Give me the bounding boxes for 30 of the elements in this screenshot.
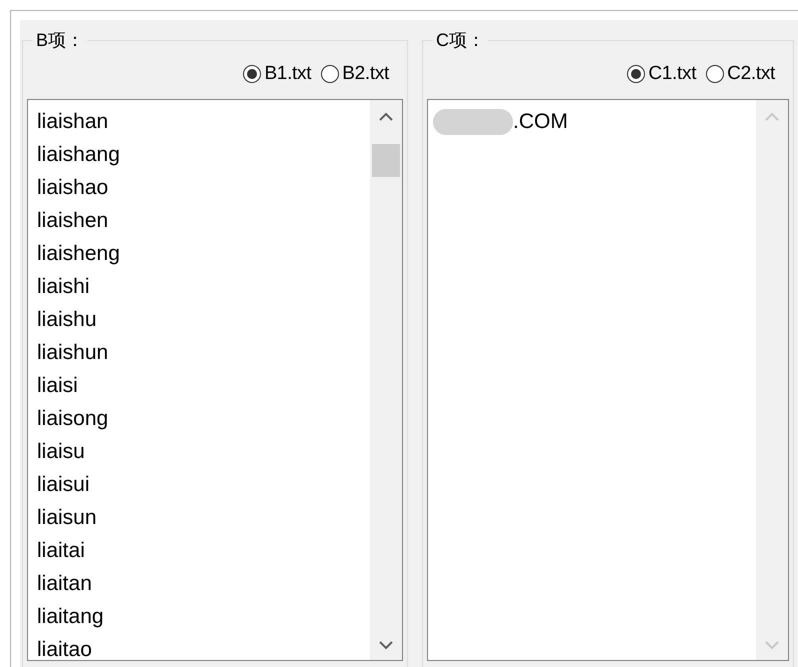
scroll-thumb[interactable]	[372, 144, 400, 177]
radio-option[interactable]: B1.txt	[243, 63, 312, 85]
radio-circle[interactable]	[243, 65, 262, 83]
list-item[interactable]: liaisui	[37, 468, 370, 501]
list-item[interactable]: liaishen	[37, 204, 370, 237]
radio-circle[interactable]	[321, 65, 340, 83]
radio-option[interactable]: C1.txt	[627, 63, 696, 85]
list-item[interactable]: liaitan	[37, 567, 370, 600]
list-item[interactable]: liaitai	[37, 534, 370, 567]
list-item[interactable]: liaishao	[37, 171, 370, 204]
list-item[interactable]: liaisi	[37, 369, 370, 402]
list-item[interactable]: liaisheng	[37, 237, 370, 270]
list-item[interactable]: liaishang	[37, 138, 370, 171]
list-item[interactable]: liaishi	[37, 270, 370, 303]
list-item[interactable]: liaishan	[37, 105, 370, 138]
list-item[interactable]: liaishu	[37, 303, 370, 336]
list-item[interactable]: liaisu	[37, 435, 370, 468]
scrollbar[interactable]	[370, 100, 402, 660]
list-item[interactable]: liaisong	[37, 402, 370, 435]
list-item[interactable]: .COM	[437, 105, 756, 138]
radio-option[interactable]: C2.txt	[706, 63, 775, 85]
radio-option[interactable]: B2.txt	[321, 63, 389, 85]
list-item[interactable]: liaitang	[37, 600, 370, 633]
list-item[interactable]: liaisun	[37, 501, 370, 534]
radio-circle[interactable]	[627, 65, 646, 83]
radio-circle[interactable]	[706, 65, 724, 83]
list-item[interactable]: liaishun	[37, 336, 370, 369]
list-box[interactable]: liaishan liaishang liaishao liaishen liaisheng liaishi liaishu liaishun liaisi liaisong liaisu liaisui liaisun liaitai liaitan liaitang liaitao	[27, 99, 403, 661]
list-box[interactable]: .COM	[427, 99, 789, 661]
list-item[interactable]: liaitao	[37, 633, 370, 660]
